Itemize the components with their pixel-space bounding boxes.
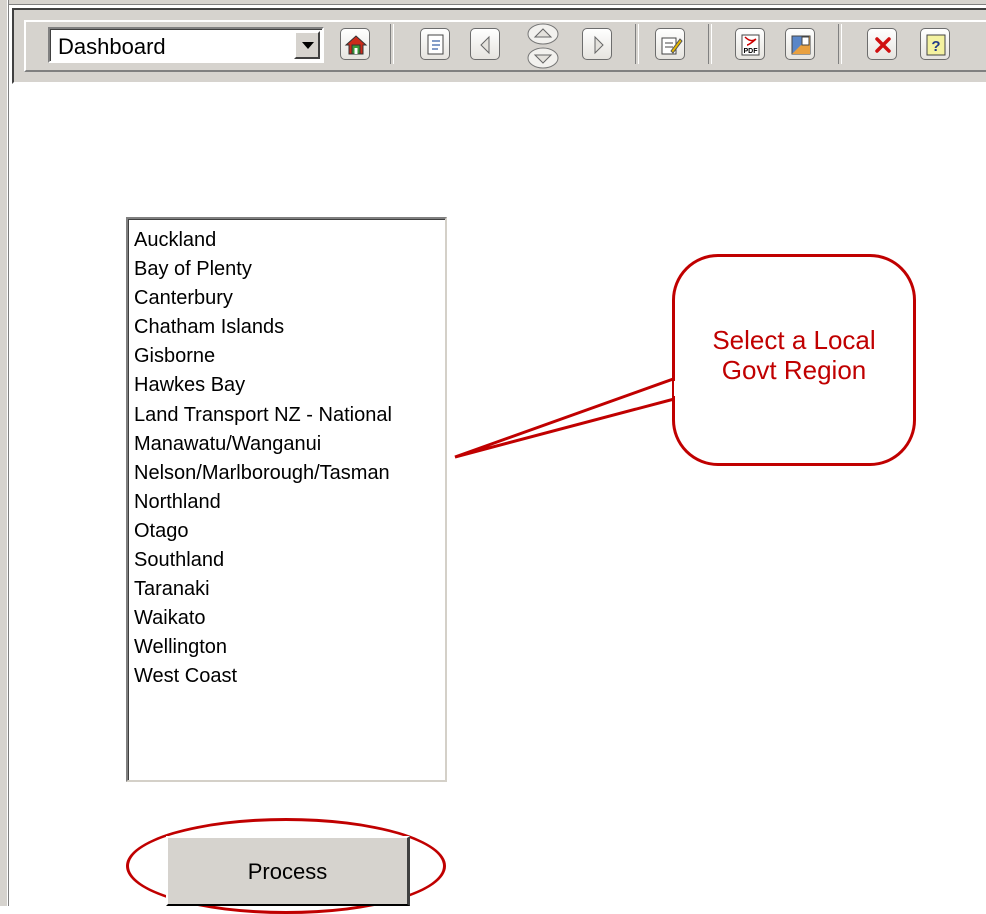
callout-line-1: Select a Local: [712, 325, 876, 355]
process-button[interactable]: Process: [166, 836, 410, 906]
callout-pointer-mask: [674, 381, 678, 396]
callout-line-2: Govt Region: [721, 355, 867, 385]
callout-text: Select a Local Govt Region: [672, 325, 916, 385]
